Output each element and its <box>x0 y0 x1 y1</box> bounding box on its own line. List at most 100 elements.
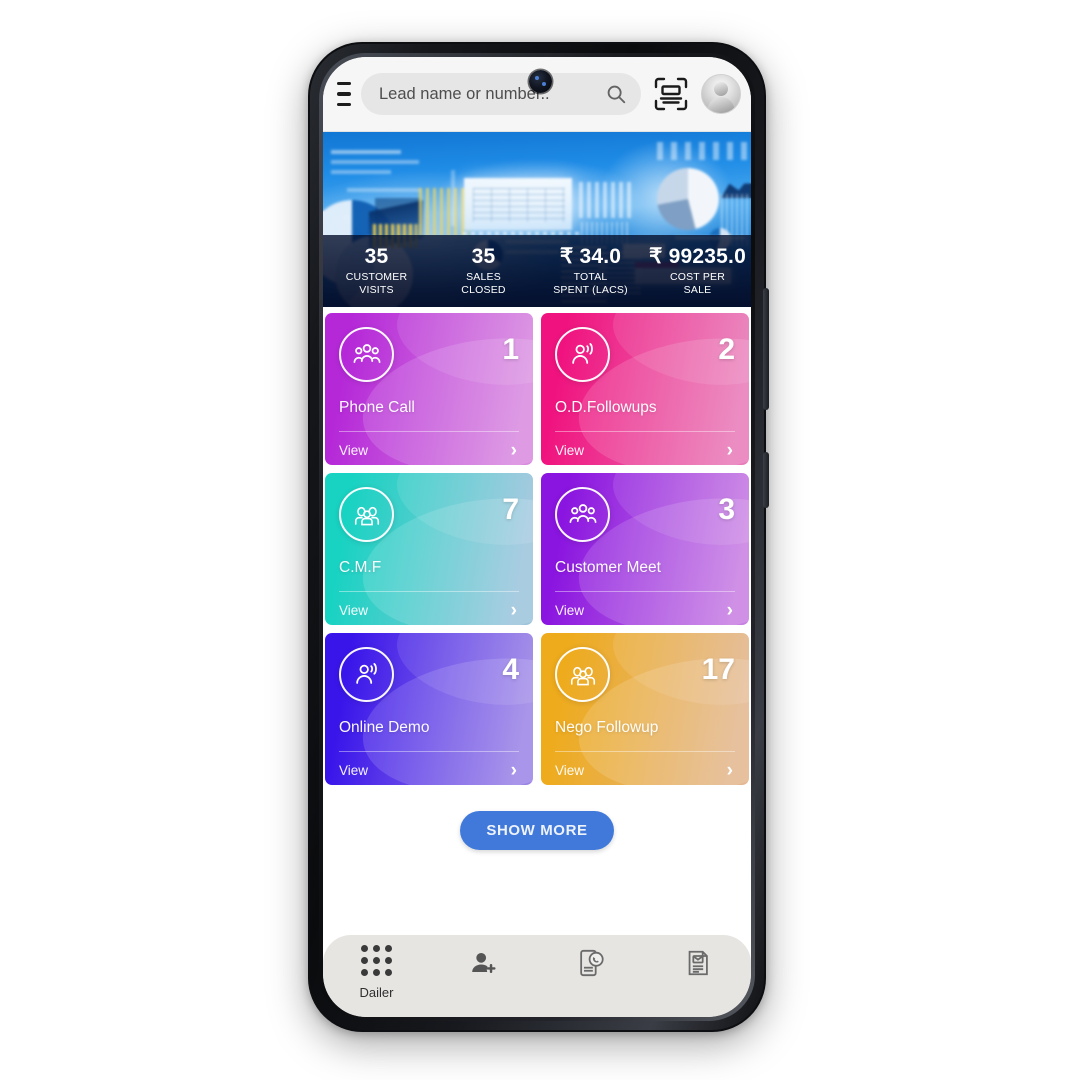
tile-separator <box>555 591 735 592</box>
show-more-button[interactable]: SHOW MORE <box>460 811 614 850</box>
avatar-body <box>707 97 735 113</box>
tile-grid: 1 Phone Call View › 2 O.D.Followups View… <box>323 307 751 793</box>
tile-top: 3 <box>555 487 735 542</box>
tile-count: 4 <box>502 653 519 686</box>
search-bar[interactable] <box>361 73 641 115</box>
people-group-icon <box>555 487 610 542</box>
phone-screen: 35 CUSTOMER VISITS 35 SALES CLOSED ₹ 34.… <box>323 57 751 1017</box>
avatar-head <box>714 81 728 96</box>
tile-title: Customer Meet <box>555 559 661 576</box>
tile-separator <box>555 751 735 752</box>
family-group-icon <box>339 487 394 542</box>
tile-view-label[interactable]: View <box>555 443 584 458</box>
stat-label-line2: VISITS <box>359 283 394 296</box>
tile-separator <box>339 591 519 592</box>
tile-view-label[interactable]: View <box>339 603 368 618</box>
tile-phone-call[interactable]: 1 Phone Call View › <box>325 313 533 465</box>
tile-title: Phone Call <box>339 399 415 416</box>
screenshot-stage: 35 CUSTOMER VISITS 35 SALES CLOSED ₹ 34.… <box>0 0 1080 1080</box>
tile-top: 2 <box>555 327 735 382</box>
power-button[interactable] <box>763 452 769 508</box>
stat-label-line1: COST PER <box>669 271 726 284</box>
mobile-whatsapp-icon[interactable] <box>576 948 606 978</box>
front-camera-punchhole <box>529 70 552 93</box>
tile-row: 4 Online Demo View › 17 Nego Followup Vi… <box>323 633 751 793</box>
tile-top: 4 <box>339 647 519 702</box>
show-more-container: SHOW MORE <box>323 793 751 864</box>
stats-bar: 35 CUSTOMER VISITS 35 SALES CLOSED ₹ 34.… <box>323 235 751 307</box>
stat-label-line2: SALE <box>683 283 712 296</box>
hamburger-menu-icon[interactable] <box>337 82 351 106</box>
family-group-icon <box>555 647 610 702</box>
user-avatar-icon[interactable] <box>701 74 741 114</box>
stat-label: COST PER SALE <box>644 271 751 296</box>
tile-count: 17 <box>701 653 735 686</box>
tile-footer[interactable]: View › <box>555 601 735 620</box>
tile-footer[interactable]: View › <box>555 761 735 780</box>
tile-view-label[interactable]: View <box>555 763 584 778</box>
stat-sales-closed: 35 SALES CLOSED <box>430 246 537 296</box>
person-broadcast-icon <box>339 647 394 702</box>
tile-view-label[interactable]: View <box>555 603 584 618</box>
tile-view-label[interactable]: View <box>339 763 368 778</box>
stat-label-line1: SALES <box>466 271 501 284</box>
chevron-right-icon[interactable]: › <box>727 441 733 460</box>
tile-footer[interactable]: View › <box>555 441 735 460</box>
nav-item-document-report[interactable] <box>644 948 751 985</box>
search-icon[interactable] <box>605 83 627 105</box>
chevron-right-icon[interactable]: › <box>727 601 733 620</box>
tile-top: 17 <box>555 647 735 702</box>
nav-label: Dailer <box>359 985 394 1000</box>
tile-view-label[interactable]: View <box>339 443 368 458</box>
tile-footer[interactable]: View › <box>339 601 519 620</box>
tile-title: Nego Followup <box>555 719 659 736</box>
barcode-scan-icon[interactable] <box>651 74 691 114</box>
stat-value: ₹ 34.0 <box>559 245 622 269</box>
volume-button[interactable] <box>763 288 769 410</box>
tile-count: 7 <box>502 493 519 526</box>
stat-label-line1: CUSTOMER <box>345 271 408 284</box>
tile-title: O.D.Followups <box>555 399 657 416</box>
stat-label-line1: TOTAL <box>573 271 608 284</box>
tile-nego-followup[interactable]: 17 Nego Followup View › <box>541 633 749 785</box>
tile-online-demo[interactable]: 4 Online Demo View › <box>325 633 533 785</box>
tile-separator <box>339 431 519 432</box>
chevron-right-icon[interactable]: › <box>727 761 733 780</box>
stat-label: SALES CLOSED <box>430 271 537 296</box>
search-input[interactable] <box>379 84 599 104</box>
analytics-banner: 35 CUSTOMER VISITS 35 SALES CLOSED ₹ 34.… <box>323 132 751 307</box>
stat-label-line2: CLOSED <box>461 283 506 296</box>
nav-item-add-contact[interactable] <box>430 948 537 985</box>
tile-top: 1 <box>339 327 519 382</box>
tile-footer[interactable]: View › <box>339 761 519 780</box>
tile-cmf[interactable]: 7 C.M.F View › <box>325 473 533 625</box>
stat-total-spent: ₹ 34.0 TOTAL SPENT (LACS) <box>537 246 644 296</box>
dialpad-icon[interactable] <box>361 945 392 978</box>
tile-count: 2 <box>718 333 735 366</box>
tile-top: 7 <box>339 487 519 542</box>
tile-title: C.M.F <box>339 559 382 576</box>
stat-value: ₹ 99235.0 <box>649 245 746 269</box>
person-broadcast-icon <box>555 327 610 382</box>
stat-label: CUSTOMER VISITS <box>323 271 430 296</box>
chevron-right-icon[interactable]: › <box>511 761 517 780</box>
document-report-icon[interactable] <box>683 948 713 978</box>
chevron-right-icon[interactable]: › <box>511 601 517 620</box>
tile-separator <box>555 431 735 432</box>
tile-customer-meet[interactable]: 3 Customer Meet View › <box>541 473 749 625</box>
tile-od-followups[interactable]: 2 O.D.Followups View › <box>541 313 749 465</box>
bottom-navigation-bar: Dailer <box>323 935 751 1017</box>
dialpad-dots <box>361 945 392 976</box>
chevron-right-icon[interactable]: › <box>511 441 517 460</box>
stat-label: TOTAL SPENT (LACS) <box>537 271 644 296</box>
add-contact-icon[interactable] <box>469 948 499 978</box>
tile-footer[interactable]: View › <box>339 441 519 460</box>
nav-item-mobile-whatsapp[interactable] <box>537 948 644 985</box>
stat-label-line2: SPENT (LACS) <box>553 283 628 296</box>
tile-title: Online Demo <box>339 719 430 736</box>
tile-count: 3 <box>718 493 735 526</box>
stat-customer-visits: 35 CUSTOMER VISITS <box>323 246 430 296</box>
nav-item-dailer[interactable]: Dailer <box>323 945 430 1000</box>
people-group-icon <box>339 327 394 382</box>
stat-value: 35 <box>471 245 496 269</box>
